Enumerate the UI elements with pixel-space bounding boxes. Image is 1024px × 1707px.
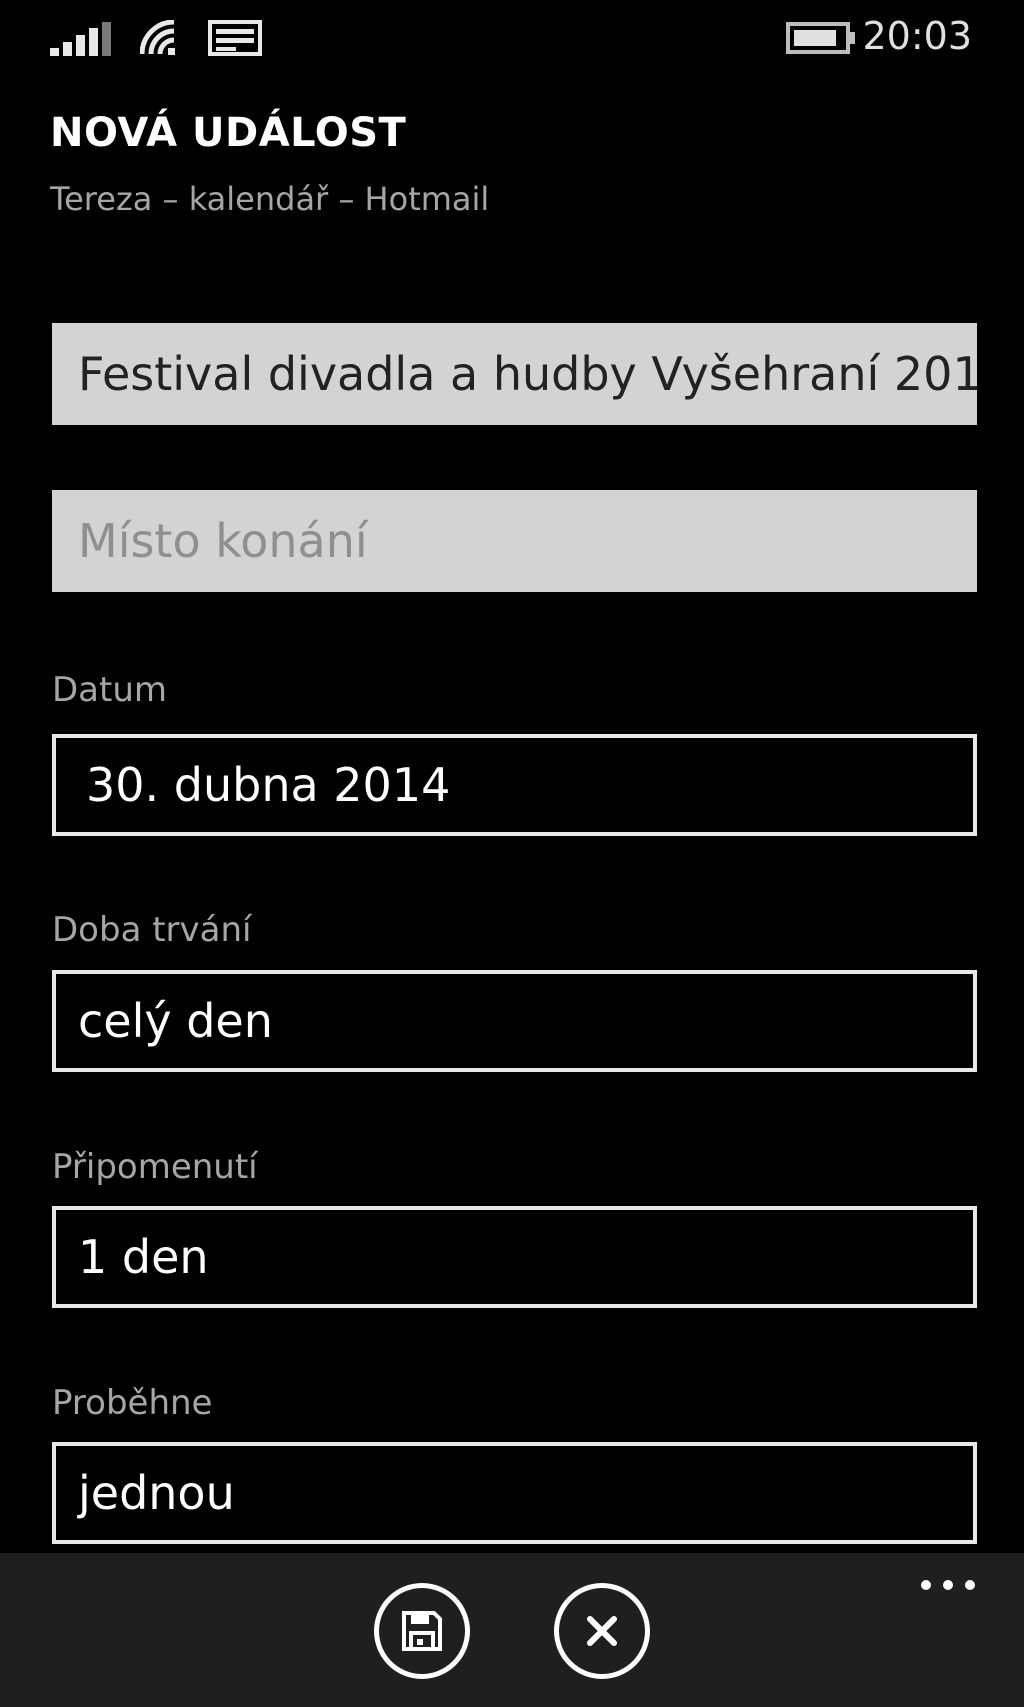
status-bar: 20:03 (0, 0, 1024, 80)
save-icon (402, 1611, 442, 1651)
date-label: Datum (52, 670, 168, 710)
cancel-icon (587, 1616, 617, 1646)
event-name-input[interactable]: Festival divadla a hudby Vyšehraní 2014 (52, 323, 977, 425)
wifi-icon (140, 20, 175, 55)
calendar-account-subtitle: Tereza – kalendář – Hotmail (50, 180, 490, 218)
message-icon (208, 20, 262, 56)
save-button[interactable] (374, 1583, 470, 1679)
date-picker[interactable]: 30. dubna 2014 (52, 734, 977, 836)
app-bar (0, 1553, 1024, 1707)
page-title: NOVÁ UDÁLOST (50, 110, 407, 156)
signal-icon (50, 22, 111, 56)
recurrence-picker[interactable]: jednou (52, 1442, 977, 1544)
recurrence-label: Proběhne (52, 1383, 213, 1423)
more-icon[interactable] (918, 1575, 978, 1595)
clock: 20:03 (862, 14, 972, 58)
duration-picker[interactable]: celý den (52, 970, 977, 1072)
reminder-picker[interactable]: 1 den (52, 1206, 977, 1308)
location-input[interactable]: Místo konání (52, 490, 977, 592)
duration-label: Doba trvání (52, 910, 252, 950)
battery-icon (786, 22, 855, 54)
reminder-label: Připomenutí (52, 1147, 258, 1187)
cancel-button[interactable] (554, 1583, 650, 1679)
